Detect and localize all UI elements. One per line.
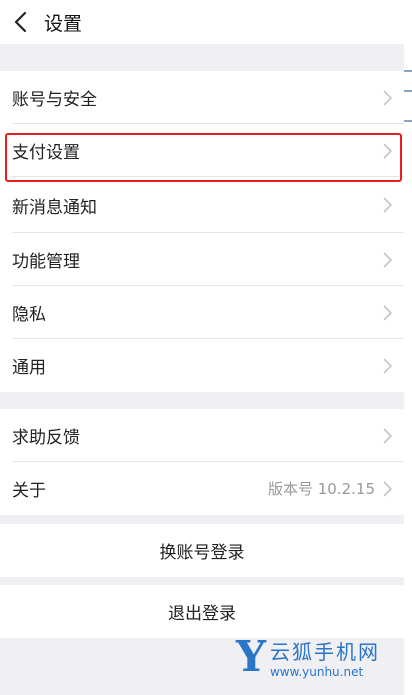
chevron-right-icon bbox=[383, 89, 392, 106]
chevron-right-icon bbox=[383, 142, 392, 159]
settings-item-privacy[interactable]: 隐私 bbox=[0, 286, 404, 339]
item-label: 支付设置 bbox=[12, 143, 80, 163]
nav-header: 设置 bbox=[0, 0, 412, 44]
settings-item-general[interactable]: 通用 bbox=[0, 339, 404, 392]
item-label: 求助反馈 bbox=[12, 428, 80, 448]
settings-item-payment[interactable]: 支付设置 bbox=[0, 124, 404, 177]
chevron-right-icon bbox=[383, 251, 392, 268]
watermark-letter: Y bbox=[236, 632, 266, 681]
watermark-url: www.yunhu.net bbox=[269, 664, 364, 679]
settings-group-support: 求助反馈 关于 版本号 10.2.15 bbox=[0, 409, 404, 515]
switch-account-button[interactable]: 换账号登录 bbox=[0, 524, 404, 577]
scrollbar-edge bbox=[404, 0, 412, 695]
chevron-right-icon bbox=[383, 197, 392, 213]
chevron-left-icon bbox=[14, 11, 27, 33]
settings-item-feedback[interactable]: 求助反馈 bbox=[0, 409, 404, 462]
chevron-right-icon bbox=[383, 357, 392, 374]
version-value: 版本号 10.2.15 bbox=[267, 480, 375, 498]
item-label: 功能管理 bbox=[12, 252, 80, 272]
chevron-right-icon bbox=[383, 304, 392, 321]
logout-button[interactable]: 退出登录 bbox=[0, 585, 404, 638]
watermark-name: 云狐手机网 bbox=[269, 639, 380, 664]
settings-item-features[interactable]: 功能管理 bbox=[0, 233, 404, 286]
settings-group-main: 账号与安全 支付设置 新消息通知 功能管理 隐私 通用 bbox=[0, 71, 404, 392]
settings-item-notifications[interactable]: 新消息通知 bbox=[0, 177, 404, 233]
item-label: 新消息通知 bbox=[12, 197, 97, 218]
chevron-right-icon bbox=[383, 427, 392, 444]
item-label: 隐私 bbox=[12, 305, 46, 325]
settings-item-about[interactable]: 关于 版本号 10.2.15 bbox=[0, 462, 404, 515]
item-label: 关于 bbox=[12, 481, 46, 501]
back-button[interactable] bbox=[0, 0, 40, 44]
item-label: 账号与安全 bbox=[12, 90, 97, 110]
chevron-right-icon bbox=[383, 480, 392, 497]
settings-item-account-security[interactable]: 账号与安全 bbox=[0, 71, 404, 124]
item-label: 通用 bbox=[12, 358, 46, 378]
watermark-logo: Y 云狐手机网 www.yunhu.net bbox=[236, 634, 396, 680]
page-title: 设置 bbox=[44, 12, 83, 35]
